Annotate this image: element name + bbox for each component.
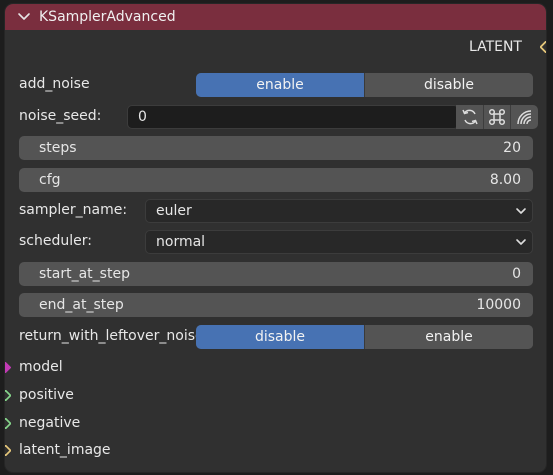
output-socket-latent-icon[interactable] [540, 41, 546, 53]
cfg-value: 8.00 [489, 172, 521, 188]
sampler-name-value: euler [156, 203, 192, 219]
start-at-step-label: start_at_step [39, 266, 130, 282]
return-with-leftover-noise-label: return_with_leftover_noise [19, 328, 204, 344]
random-dice-icon [488, 108, 506, 126]
input-label-model: model [19, 359, 63, 375]
add-noise-enable-option[interactable]: enable [196, 73, 364, 97]
refresh-seed-button[interactable] [456, 105, 483, 129]
add-noise-toggle[interactable]: enable disable [196, 73, 533, 97]
start-at-step-value: 0 [512, 266, 521, 282]
return-with-leftover-noise-toggle[interactable]: disable enable [196, 325, 533, 349]
positive-socket-icon[interactable] [5, 390, 11, 401]
output-label-latent: LATENT [468, 39, 522, 55]
sampler-name-dropdown[interactable]: euler [145, 199, 533, 223]
end-at-step-field[interactable]: end_at_step 10000 [19, 293, 533, 317]
dropdown-chevron-icon [516, 239, 526, 245]
input-label-positive: positive [19, 387, 74, 403]
noise-seed-input[interactable]: 0 [127, 105, 459, 129]
scheduler-value: normal [156, 234, 206, 250]
dropdown-chevron-icon [516, 208, 526, 214]
random-seed-button[interactable] [483, 105, 510, 129]
input-label-negative: negative [19, 415, 81, 431]
negative-socket-icon[interactable] [5, 418, 11, 429]
scheduler-dropdown[interactable]: normal [145, 230, 533, 254]
end-at-step-value: 10000 [476, 297, 521, 313]
model-socket-icon[interactable] [5, 362, 11, 373]
noise-seed-buttons [456, 105, 538, 129]
input-label-latent-image: latent_image [19, 442, 111, 458]
start-at-step-field[interactable]: start_at_step 0 [19, 262, 533, 286]
cfg-field[interactable]: cfg 8.00 [19, 168, 533, 192]
steps-label: steps [39, 140, 77, 156]
add-noise-label: add_noise [19, 76, 90, 92]
signal-icon [517, 110, 532, 125]
latent-image-socket-icon[interactable] [5, 445, 11, 456]
seed-mode-button[interactable] [510, 105, 537, 129]
noise-seed-label: noise_seed: [19, 108, 102, 124]
cfg-label: cfg [39, 172, 61, 188]
leftover-noise-disable-option[interactable]: disable [196, 325, 364, 349]
end-at-step-label: end_at_step [39, 297, 124, 313]
noise-seed-value: 0 [138, 109, 147, 125]
steps-field[interactable]: steps 20 [19, 136, 533, 160]
refresh-icon [461, 109, 478, 125]
ksampler-advanced-node[interactable]: KSamplerAdvanced LATENT add_noise enable… [5, 4, 546, 472]
add-noise-disable-option[interactable]: disable [365, 73, 533, 97]
scheduler-label: scheduler: [19, 233, 92, 249]
leftover-noise-enable-option[interactable]: enable [365, 325, 533, 349]
node-header[interactable]: KSamplerAdvanced [5, 4, 546, 30]
steps-value: 20 [503, 140, 521, 156]
sampler-name-label: sampler_name: [19, 202, 128, 218]
node-title: KSamplerAdvanced [39, 9, 176, 25]
collapse-chevron-icon[interactable] [17, 10, 31, 24]
